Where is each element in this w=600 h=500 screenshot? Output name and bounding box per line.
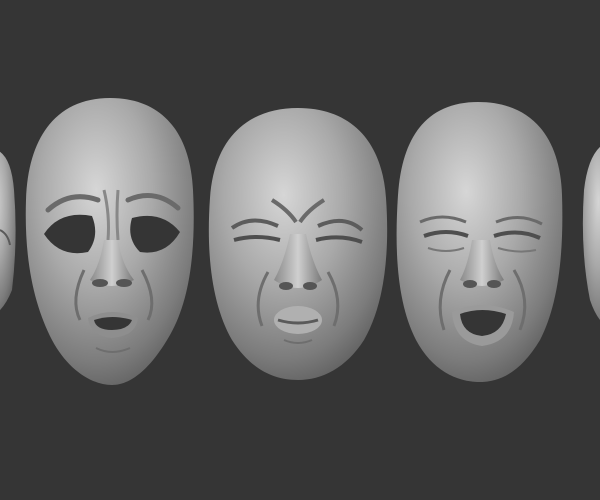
mask-squeezed xyxy=(208,108,388,380)
sculpted-masks-scene xyxy=(0,0,600,500)
mask-pained xyxy=(396,102,563,382)
